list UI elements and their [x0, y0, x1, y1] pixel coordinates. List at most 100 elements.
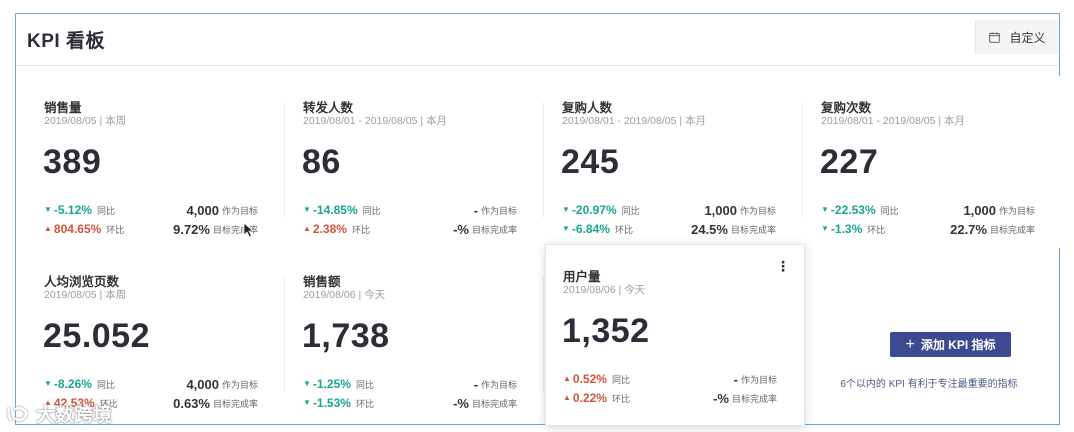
mom-change: ▲ 804.65% 环比	[44, 222, 124, 236]
mom-percent: -6.84%	[571, 222, 610, 236]
kpi-row-mom: ▲ 2.38% 环比 -% 目标完成率	[303, 221, 517, 237]
completion-value: 0.63%	[173, 395, 210, 411]
kpi-value: 1,738	[302, 317, 390, 355]
yoy-change: ▼ -14.85% 同比	[303, 203, 381, 217]
mom-change: ▲ 0.22% 环比	[563, 391, 630, 405]
mom-label: 环比	[106, 224, 125, 235]
triangle-down-icon: ▼	[303, 205, 311, 214]
mom-label: 环比	[867, 224, 886, 235]
target: - 作为目标	[474, 377, 517, 392]
target-value: 1,000	[963, 202, 996, 218]
yoy-change: ▼ -8.26% 同比	[44, 377, 115, 391]
kpi-card[interactable]: 人均浏览页数 2019/08/05 | 本周 25.052 ▼ -8.26% 同…	[27, 250, 285, 422]
kpi-grid: 销售量 2019/08/05 | 本周 389 ▼ -5.12% 同比 4,00…	[27, 76, 1062, 426]
triangle-down-icon: ▼	[303, 398, 311, 407]
yoy-percent: -1.25%	[312, 377, 351, 391]
completion-rate: -% 目标完成率	[453, 222, 517, 237]
panel-header: KPI 看板 自定义	[16, 14, 1059, 66]
kpi-value: 245	[561, 143, 620, 181]
target: - 作为目标	[474, 203, 517, 218]
completion-rate: -% 目标完成率	[713, 391, 777, 406]
completion-value: 22.7%	[950, 221, 987, 237]
kpi-card[interactable]: ⋮ 用户量 2019/08/06 | 今天 1,352 ▲ 0.52% 同比 -…	[545, 244, 805, 426]
target-value: 1,000	[704, 202, 737, 218]
completion-rate: 24.5% 目标完成率	[691, 222, 776, 237]
mom-label: 环比	[351, 224, 370, 235]
kpi-row-mom: ▼ -6.84% 环比 24.5% 目标完成率	[562, 221, 776, 237]
triangle-down-icon: ▼	[562, 205, 570, 214]
target: 4,000 作为目标	[186, 377, 258, 392]
add-kpi-button[interactable]: + 添加 KPI 指标	[890, 332, 1011, 357]
yoy-label: 同比	[880, 205, 899, 216]
target-label: 作为目标	[221, 379, 258, 390]
yoy-percent: -20.97%	[571, 203, 617, 217]
completion-value: -%	[453, 221, 469, 237]
add-kpi-hint: 6个以内的 KPI 有利于专注最重要的指标	[840, 379, 1018, 390]
yoy-label: 同比	[96, 205, 115, 216]
kpi-card[interactable]: 复购次数 2019/08/01 - 2019/08/05 | 本月 227 ▼ …	[804, 76, 1062, 248]
triangle-up-icon: ▲	[563, 374, 571, 383]
yoy-change: ▲ 0.52% 同比	[563, 372, 630, 386]
kpi-date: 2019/08/05 | 本周	[44, 115, 127, 127]
mom-label: 环比	[611, 393, 630, 404]
kpi-row-mom: ▼ -1.53% 环比 -% 目标完成率	[303, 395, 517, 411]
completion-value: -%	[453, 395, 469, 411]
target-value: -	[473, 376, 478, 392]
target: 4,000 作为目标	[186, 203, 258, 218]
mom-change: ▼ -1.53% 环比	[303, 396, 374, 410]
mom-percent: 2.38%	[312, 222, 347, 236]
yoy-label: 同比	[96, 379, 115, 390]
watermark-text: 大数跨境	[36, 405, 113, 426]
mom-percent: -1.53%	[312, 396, 351, 410]
completion-label: 目标完成率	[471, 398, 517, 409]
kpi-dashboard-panel: KPI 看板 自定义 销售量 2019/08/05 | 本周 389 ▼ -5.…	[15, 13, 1062, 426]
completion-label: 目标完成率	[471, 224, 517, 235]
completion-rate: 0.63% 目标完成率	[173, 396, 258, 411]
target-value: 4,000	[186, 202, 219, 218]
kpi-date: 2019/08/05 | 本周	[44, 289, 127, 301]
mom-change: ▲ 2.38% 环比	[303, 222, 370, 236]
mom-label: 环比	[614, 224, 633, 235]
kpi-row-yoy: ▼ -22.53% 同比 1,000 作为目标	[821, 202, 1035, 218]
yoy-percent: -5.12%	[53, 203, 92, 217]
yoy-change: ▼ -20.97% 同比	[562, 203, 640, 217]
triangle-up-icon: ▲	[44, 224, 52, 233]
target-value: -	[473, 202, 478, 218]
completion-label: 目标完成率	[730, 224, 776, 235]
completion-rate: 22.7% 目标完成率	[950, 222, 1035, 237]
completion-value: 9.72%	[173, 221, 210, 237]
page-title: KPI 看板	[27, 31, 105, 52]
target-value: -	[733, 371, 738, 387]
kpi-value: 25.052	[43, 317, 150, 355]
triangle-down-icon: ▼	[821, 205, 829, 214]
kpi-row-yoy: ▼ -5.12% 同比 4,000 作为目标	[44, 202, 258, 218]
kpi-value: 86	[302, 143, 341, 181]
kpi-card[interactable]: 转发人数 2019/08/01 - 2019/08/05 | 本月 86 ▼ -…	[286, 76, 544, 248]
kpi-card[interactable]: 复购人数 2019/08/01 - 2019/08/05 | 本月 245 ▼ …	[545, 76, 803, 248]
more-vertical-icon[interactable]: ⋮	[776, 259, 790, 273]
plus-icon: +	[905, 335, 915, 353]
kpi-card[interactable]: 销售额 2019/08/06 | 今天 1,738 ▼ -1.25% 同比 - …	[286, 250, 544, 422]
kpi-value: 1,352	[562, 312, 650, 350]
mom-label: 环比	[355, 398, 374, 409]
yoy-percent: -22.53%	[830, 203, 876, 217]
watermark: 大数跨境	[6, 400, 112, 427]
kpi-row-mom: ▼ -1.3% 环比 22.7% 目标完成率	[821, 221, 1035, 237]
yoy-change: ▼ -22.53% 同比	[821, 203, 899, 217]
target: - 作为目标	[734, 372, 777, 387]
mom-change: ▼ -6.84% 环比	[562, 222, 633, 236]
triangle-up-icon: ▲	[303, 224, 311, 233]
kpi-date: 2019/08/06 | 今天	[303, 289, 386, 301]
watermark-logo-icon	[7, 406, 28, 421]
kpi-value: 389	[43, 143, 102, 181]
mouse-cursor-icon	[243, 222, 255, 238]
target-label: 作为目标	[739, 205, 776, 216]
kpi-date: 2019/08/01 - 2019/08/05 | 本月	[821, 115, 965, 127]
kpi-value: 227	[820, 143, 879, 181]
kpi-date: 2019/08/01 - 2019/08/05 | 本月	[303, 115, 447, 127]
add-kpi-area: + 添加 KPI 指标 6个以内的 KPI 有利于专注最重要的指标	[801, 250, 1057, 422]
kpi-row-yoy: ▲ 0.52% 同比 - 作为目标	[563, 371, 777, 387]
customize-button[interactable]: 自定义	[975, 20, 1059, 54]
yoy-percent: -14.85%	[312, 203, 358, 217]
kpi-row-yoy: ▼ -1.25% 同比 - 作为目标	[303, 376, 517, 392]
